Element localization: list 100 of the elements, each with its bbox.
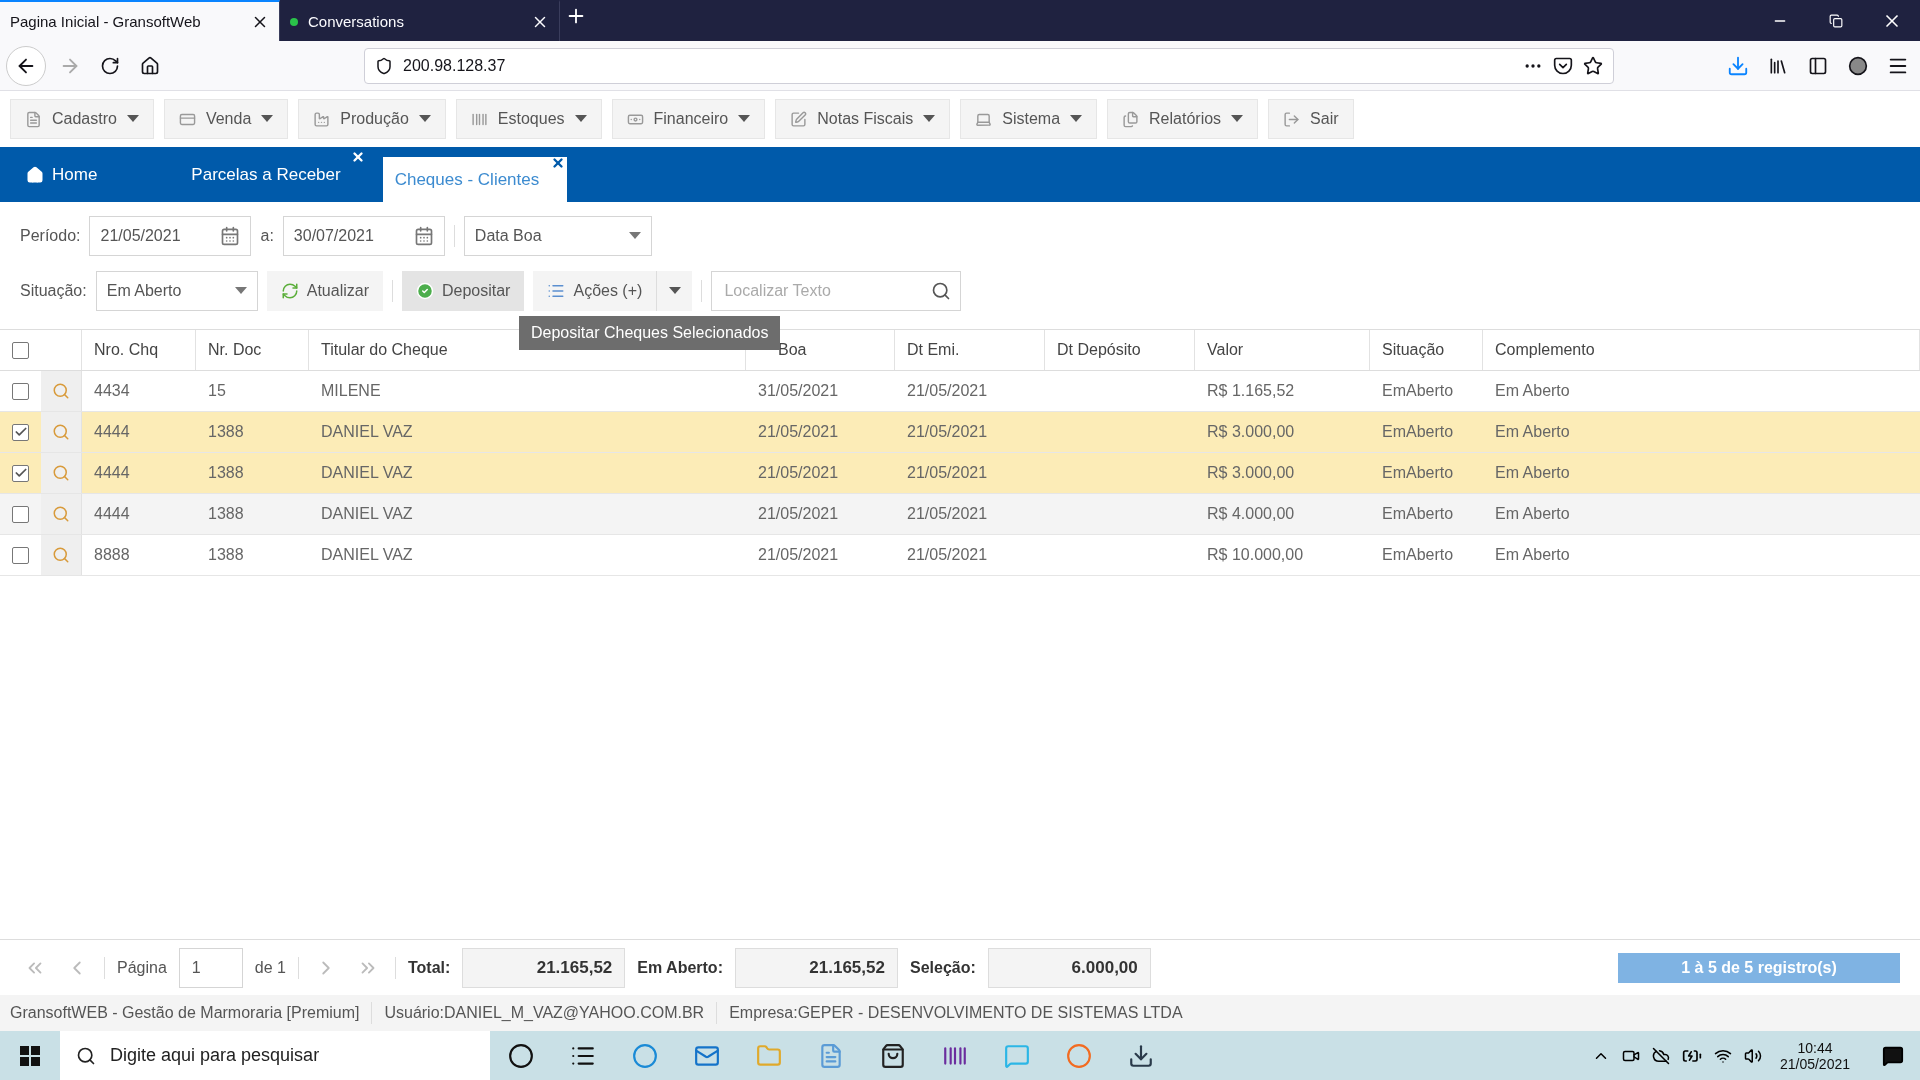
- search-icon[interactable]: [931, 281, 952, 301]
- column-header[interactable]: Dt Depósito: [1057, 341, 1141, 359]
- taskbar-search-field[interactable]: Digite aqui para pesquisar: [60, 1031, 490, 1080]
- column-header[interactable]: Complemento: [1495, 341, 1595, 359]
- total-label: Total:: [407, 958, 451, 977]
- menu-button[interactable]: Notas Fiscais: [775, 99, 951, 139]
- table-row[interactable]: 8888 1388 DANIEL VAZ 21/05/2021 21/05/2021 R$ 10.000,00 EmAberto Em Aberto: [0, 535, 1920, 576]
- column-header[interactable]: Titular do Cheque: [321, 341, 448, 359]
- magnifier-icon: [52, 464, 70, 482]
- refresh-icon: [280, 282, 299, 300]
- date-field[interactable]: 21/05/2021: [89, 216, 252, 256]
- status-dot-icon: [290, 17, 298, 26]
- dropdown-caret-icon: [628, 232, 641, 240]
- deposit-button[interactable]: Depositar: [401, 271, 525, 311]
- calendar-icon[interactable]: [220, 226, 241, 246]
- dropdown-caret-icon: [668, 287, 681, 295]
- search-field[interactable]: Localizar Texto: [711, 271, 962, 311]
- table-cell: 4444: [94, 464, 130, 482]
- table-cell: 1388: [208, 464, 244, 482]
- table-cell: 31/05/2021: [758, 382, 839, 400]
- table-cell: 21/05/2021: [758, 464, 839, 482]
- table-cell: R$ 4.000,00: [1207, 505, 1295, 523]
- table-cell: DANIEL VAZ: [321, 423, 413, 441]
- app-tab[interactable]: Cheques - Clientes: [382, 157, 568, 202]
- total-value: 6.000,00: [987, 947, 1151, 988]
- calendar-icon[interactable]: [413, 226, 434, 246]
- table-cell: 8888: [94, 546, 130, 564]
- table-cell: R$ 3.000,00: [1207, 423, 1295, 441]
- records-count: 1 à 5 de 5 registro(s): [1618, 952, 1900, 983]
- date-field[interactable]: 30/07/2021: [282, 216, 445, 256]
- dropdown-caret-icon: [234, 287, 247, 295]
- refresh-button[interactable]: Atualizar: [266, 271, 383, 311]
- page-field[interactable]: 1: [178, 947, 243, 988]
- menu-button[interactable]: Estoques: [455, 99, 602, 139]
- table-cell: R$ 10.000,00: [1207, 546, 1304, 564]
- row-checkbox[interactable]: [12, 505, 29, 523]
- table-cell: DANIEL VAZ: [321, 505, 413, 523]
- volume-icon[interactable]: [1743, 1046, 1762, 1065]
- table-cell: Em Aberto: [1495, 464, 1570, 482]
- magnifier-icon: [52, 382, 70, 400]
- pocket-icon[interactable]: [1553, 55, 1573, 76]
- row-checkbox[interactable]: [12, 423, 29, 441]
- actions-button[interactable]: Ações (+): [533, 271, 657, 311]
- table-row[interactable]: 4444 1388 DANIEL VAZ 21/05/2021 21/05/2021 R$ 3.000,00 EmAberto Em Aberto: [0, 453, 1920, 494]
- back-icon[interactable]: [6, 45, 46, 86]
- menu-button[interactable]: Financeiro: [611, 99, 766, 139]
- clock[interactable]: 10:44 21/05/2021: [1779, 1039, 1850, 1072]
- magnifier-icon: [52, 423, 70, 441]
- menu-button[interactable]: Produção: [298, 99, 446, 139]
- menu-button[interactable]: Venda: [163, 99, 289, 139]
- menu-item-icon: [25, 110, 42, 128]
- close-icon[interactable]: [551, 156, 566, 170]
- table-row[interactable]: 4434 15 MILENE 31/05/2021 21/05/2021 R$ 1.165,52 EmAberto Em Aberto: [0, 371, 1920, 412]
- status-text: Empresa:GEPER - DESENVOLVIMENTO DE SISTEMAS LTDA: [729, 1004, 1183, 1022]
- cloud-icon[interactable]: [1651, 1046, 1670, 1065]
- row-checkbox[interactable]: [12, 546, 29, 564]
- table-cell: EmAberto: [1382, 546, 1454, 564]
- table-cell: Em Aberto: [1495, 546, 1570, 564]
- table-row[interactable]: 4444 1388 DANIEL VAZ 21/05/2021 21/05/2021 R$ 3.000,00 EmAberto Em Aberto: [0, 412, 1920, 453]
- star-icon[interactable]: [1583, 55, 1603, 76]
- status-text: Usuário:DANIEL_M_VAZ@YAHOO.COM.BR: [384, 1004, 705, 1022]
- date-type-select[interactable]: Data Boa: [463, 216, 652, 256]
- menu-button[interactable]: Sistema: [960, 99, 1098, 139]
- column-header[interactable]: Valor: [1207, 341, 1244, 359]
- notification-icon[interactable]: [1882, 1044, 1904, 1067]
- table-cell: R$ 1.165,52: [1207, 382, 1295, 400]
- menu-button[interactable]: Sair: [1268, 99, 1354, 139]
- column-header[interactable]: Nro. Chq: [94, 341, 159, 359]
- table-cell: EmAberto: [1382, 464, 1454, 482]
- table-cell: MILENE: [321, 382, 381, 400]
- table-cell: DANIEL VAZ: [321, 546, 413, 564]
- app-tab[interactable]: Home: [14, 147, 110, 202]
- search-icon: [76, 1045, 96, 1066]
- menu-button[interactable]: Cadastro: [10, 99, 154, 139]
- menu-button[interactable]: Relatórios: [1107, 99, 1259, 139]
- home-icon: [26, 165, 44, 184]
- table-cell: EmAberto: [1382, 423, 1454, 441]
- situation-label: Situação:: [20, 282, 87, 300]
- table-cell: 1388: [208, 546, 244, 564]
- close-icon[interactable]: [350, 150, 365, 164]
- table-row[interactable]: 4444 1388 DANIEL VAZ 21/05/2021 21/05/2021 R$ 4.000,00 EmAberto Em Aberto: [0, 494, 1920, 535]
- list-icon: [547, 282, 566, 300]
- situation-select[interactable]: Em Aberto: [95, 271, 258, 311]
- tooltip: Depositar Cheques Selecionados: [519, 316, 781, 350]
- column-header[interactable]: Dt Emi.: [907, 341, 960, 359]
- table-cell: EmAberto: [1382, 505, 1454, 523]
- table-cell: 21/05/2021: [907, 382, 988, 400]
- row-checkbox[interactable]: [12, 382, 29, 400]
- table-cell: 21/05/2021: [907, 423, 988, 441]
- actions-dropdown-button[interactable]: [656, 271, 693, 311]
- app-tab[interactable]: Parcelas a Receber: [179, 147, 369, 202]
- row-checkbox[interactable]: [12, 464, 29, 482]
- table-cell: 21/05/2021: [907, 546, 988, 564]
- column-header[interactable]: Situação: [1382, 341, 1445, 359]
- menu-item-icon: [1283, 110, 1301, 128]
- select-all-checkbox[interactable]: [12, 341, 29, 359]
- address-bar[interactable]: 200.98.128.37: [364, 47, 1614, 84]
- column-header[interactable]: Nr. Doc: [208, 341, 262, 359]
- browser-tab[interactable]: Pagina Inicial - GransoftWeb: [0, 0, 280, 41]
- table-cell: Em Aberto: [1495, 423, 1570, 441]
